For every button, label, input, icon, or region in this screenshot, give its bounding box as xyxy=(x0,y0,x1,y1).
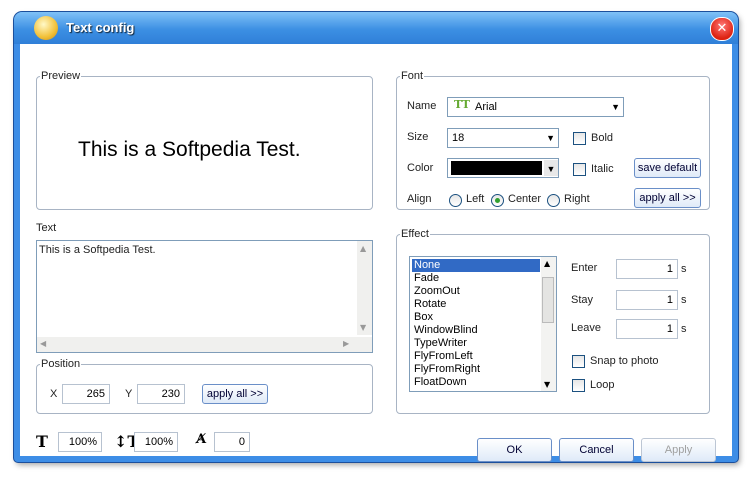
scroll-up-icon[interactable]: ▲ xyxy=(544,259,550,268)
cancel-button[interactable]: Cancel xyxy=(559,438,634,462)
loop-label: Loop xyxy=(590,379,615,391)
font-size-dropdown[interactable]: 18 ▼ xyxy=(447,128,559,148)
font-width-icon: T xyxy=(36,432,48,451)
height-scale-input[interactable]: 100% xyxy=(134,432,178,452)
color-swatch xyxy=(451,161,542,175)
position-apply-all-button[interactable]: apply all >> xyxy=(202,384,268,404)
bold-checkbox[interactable] xyxy=(573,132,586,145)
effect-list-item[interactable]: Rotate xyxy=(412,298,540,311)
position-legend: Position xyxy=(41,358,81,370)
dialog-body: Preview This is a Softpedia Test. Text T… xyxy=(20,44,732,462)
leave-label: Leave xyxy=(571,322,601,334)
effect-list-item[interactable]: Fade xyxy=(412,272,540,285)
align-left-label: Left xyxy=(466,193,485,205)
font-name-dropdown[interactable]: TT Arial ▼ xyxy=(447,97,624,117)
scroll-up-icon[interactable]: ▲ xyxy=(360,244,366,253)
effect-legend: Effect xyxy=(401,228,429,240)
scroll-down-icon[interactable]: ▼ xyxy=(544,380,550,389)
italic-checkbox[interactable] xyxy=(573,163,586,176)
scroll-left-icon[interactable]: ◀ xyxy=(40,339,46,348)
preview-text: This is a Softpedia Test. xyxy=(78,138,301,161)
align-center-label: Center xyxy=(508,193,542,205)
align-left-radio[interactable] xyxy=(449,194,462,207)
close-button[interactable]: ✕ xyxy=(710,17,734,41)
x-label: X xyxy=(50,388,58,400)
effect-list-item[interactable]: None xyxy=(411,258,541,273)
apply-button[interactable]: Apply xyxy=(641,438,716,462)
font-size-label: Size xyxy=(407,131,429,143)
snap-to-photo-label: Snap to photo xyxy=(590,355,659,367)
italic-label: Italic xyxy=(591,163,614,175)
text-vertical-scrollbar[interactable]: ▲ ▼ xyxy=(357,241,372,335)
align-right-label: Right xyxy=(564,193,590,205)
x-input[interactable]: 265 xyxy=(62,384,110,404)
font-legend: Font xyxy=(401,70,424,82)
scroll-down-icon[interactable]: ▼ xyxy=(360,323,366,332)
text-config-window: Text config ✕ Preview This is a Softpedi… xyxy=(14,12,738,462)
chevron-down-icon: ▼ xyxy=(544,160,558,176)
font-color-label: Color xyxy=(407,162,434,174)
title-bar[interactable]: Text config ✕ xyxy=(14,12,738,44)
width-scale-input[interactable]: 100% xyxy=(58,432,102,452)
font-size-value: 18 xyxy=(452,132,465,144)
effect-scrollbar[interactable]: ▲ ▼ xyxy=(541,257,556,391)
bold-label: Bold xyxy=(591,132,614,144)
text-horizontal-scrollbar[interactable]: ◀ ▶ xyxy=(37,337,372,352)
effect-list-item[interactable]: FlyFromLeft xyxy=(412,350,540,363)
text-label: Text xyxy=(36,222,57,234)
close-icon: ✕ xyxy=(716,21,728,36)
align-center-radio[interactable] xyxy=(491,194,504,207)
loop-checkbox[interactable] xyxy=(572,379,585,392)
rotate-angle-icon: A̸ xyxy=(196,432,207,447)
enter-label: Enter xyxy=(571,262,598,274)
stay-input[interactable]: 1 xyxy=(616,290,678,310)
text-input[interactable]: This is a Softpedia Test. ▲ ▼ ◀ ▶ xyxy=(36,240,373,353)
effect-list-item[interactable]: FloatDown xyxy=(412,376,540,389)
text-input-value: This is a Softpedia Test. xyxy=(39,244,156,256)
effect-list-item[interactable]: TypeWriter xyxy=(412,337,540,350)
y-label: Y xyxy=(125,388,133,400)
angle-input[interactable]: 0 xyxy=(214,432,250,452)
leave-unit: s xyxy=(681,323,687,335)
font-name-label: Name xyxy=(407,100,437,112)
effect-list-item[interactable]: FlyFromRight xyxy=(412,363,540,376)
preview-legend: Preview xyxy=(41,70,81,82)
stay-unit: s xyxy=(681,294,687,306)
effect-listbox[interactable]: None Fade ZoomOut Rotate Box WindowBlind TypeW… xyxy=(409,256,557,392)
font-color-dropdown[interactable]: ▼ xyxy=(447,158,559,178)
truetype-font-icon: TT xyxy=(454,98,470,111)
scroll-thumb[interactable] xyxy=(542,277,554,323)
align-label: Align xyxy=(407,193,432,205)
y-input[interactable]: 230 xyxy=(137,384,185,404)
font-name-value: Arial xyxy=(475,101,498,113)
scroll-right-icon[interactable]: ▶ xyxy=(343,339,349,348)
enter-input[interactable]: 1 xyxy=(616,259,678,279)
effect-list-item[interactable]: Box xyxy=(412,311,540,324)
save-default-button[interactable]: save default xyxy=(634,158,701,178)
chevron-down-icon: ▼ xyxy=(611,102,620,112)
stay-label: Stay xyxy=(571,294,594,306)
app-flower-icon xyxy=(34,16,58,40)
ok-button[interactable]: OK xyxy=(477,438,552,462)
effect-list-item[interactable]: WindowBlind xyxy=(412,324,540,337)
snap-to-photo-checkbox[interactable] xyxy=(572,355,585,368)
chevron-down-icon: ▼ xyxy=(546,133,555,143)
align-right-radio[interactable] xyxy=(547,194,560,207)
enter-unit: s xyxy=(681,263,687,275)
leave-input[interactable]: 1 xyxy=(616,319,678,339)
font-apply-all-button[interactable]: apply all >> xyxy=(634,188,701,208)
window-title: Text config xyxy=(66,20,135,35)
effect-list-item[interactable]: ZoomOut xyxy=(412,285,540,298)
